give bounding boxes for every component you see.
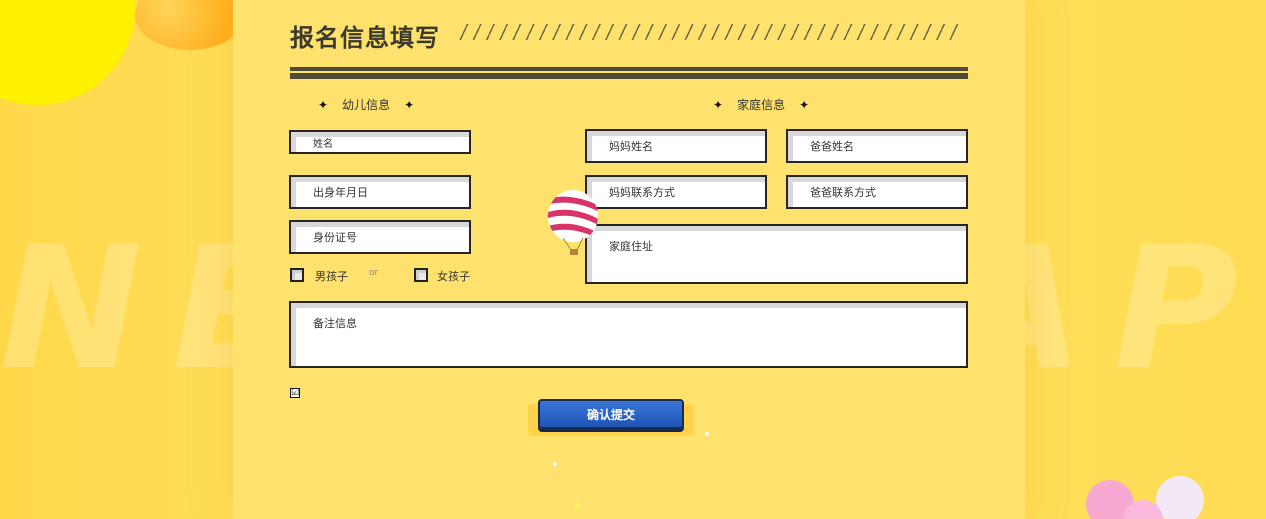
- girl-label: 女孩子: [437, 270, 470, 283]
- child-id-placeholder: 身份证号: [313, 231, 357, 244]
- notes-textarea[interactable]: 备注信息: [289, 301, 968, 368]
- notes-placeholder: 备注信息: [313, 317, 357, 330]
- submit-button[interactable]: 确认提交: [538, 399, 684, 429]
- decor-orange-orb: [135, 0, 245, 50]
- child-birthdate-placeholder: 出身年月日: [313, 186, 368, 199]
- father-contact-placeholder: 爸爸联系方式: [810, 186, 876, 199]
- mother-name-placeholder: 妈妈姓名: [609, 140, 653, 153]
- mother-contact-placeholder: 妈妈联系方式: [609, 186, 675, 199]
- mother-name-input[interactable]: 妈妈姓名: [585, 129, 767, 163]
- title-divider-top: [290, 67, 968, 71]
- child-name-placeholder: 姓名: [313, 138, 333, 150]
- father-name-input[interactable]: 爸爸姓名: [786, 129, 968, 163]
- title-divider-bottom: [290, 73, 968, 79]
- father-contact-input[interactable]: 爸爸联系方式: [786, 175, 968, 209]
- hot-air-balloon-icon: [548, 190, 598, 255]
- star-icon: ✦: [713, 97, 724, 112]
- mother-contact-input[interactable]: 妈妈联系方式: [585, 175, 767, 209]
- agree-checkbox[interactable]: ☑: [290, 388, 300, 398]
- or-label: or: [369, 268, 379, 278]
- page-title: 报名信息填写: [290, 24, 440, 52]
- family-section-title: 家庭信息: [737, 98, 786, 112]
- decor-dot: [553, 462, 557, 466]
- child-section-heading: ✦ 幼儿信息 ✦: [318, 96, 414, 113]
- home-address-placeholder: 家庭住址: [609, 240, 653, 253]
- family-section-heading: ✦ 家庭信息 ✦: [713, 96, 809, 113]
- star-icon: ✦: [799, 97, 810, 112]
- boy-checkbox[interactable]: [290, 268, 304, 282]
- star-icon: ✦: [318, 97, 329, 112]
- star-icon: ✦: [404, 97, 415, 112]
- pink-balloons-decoration: [1086, 476, 1204, 519]
- title-hatch-decoration: [458, 24, 958, 40]
- child-name-input[interactable]: 姓名: [289, 130, 471, 154]
- father-name-placeholder: 爸爸姓名: [810, 140, 854, 153]
- girl-checkbox[interactable]: [414, 268, 428, 282]
- child-birthdate-input[interactable]: 出身年月日: [289, 175, 471, 209]
- decor-dot: [705, 432, 709, 436]
- boy-label: 男孩子: [315, 270, 348, 283]
- decor-dot: [574, 503, 580, 509]
- submit-button-label: 确认提交: [586, 407, 635, 422]
- home-address-input[interactable]: 家庭住址: [585, 224, 968, 284]
- decor-yellow-circle: [0, 0, 135, 105]
- child-id-input[interactable]: 身份证号: [289, 220, 471, 254]
- child-section-title: 幼儿信息: [342, 98, 391, 112]
- check-icon: ☑: [291, 388, 300, 398]
